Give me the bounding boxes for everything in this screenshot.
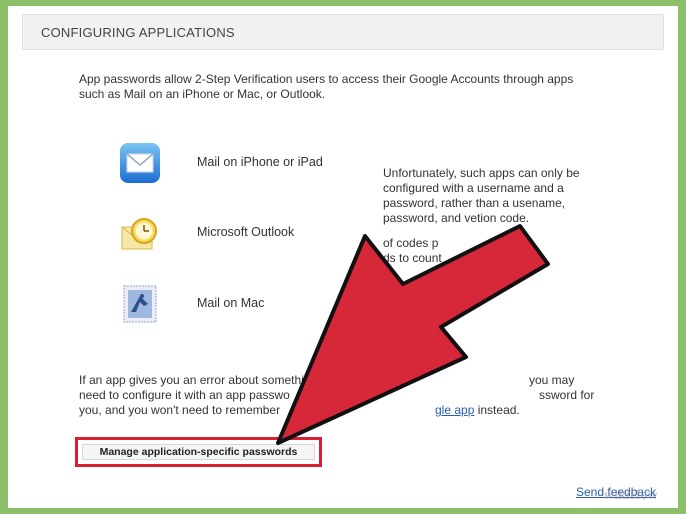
page-frame: CONFIGURING APPLICATIONS App passwords a… xyxy=(8,6,678,508)
red-pointer-arrow-icon xyxy=(276,224,550,445)
